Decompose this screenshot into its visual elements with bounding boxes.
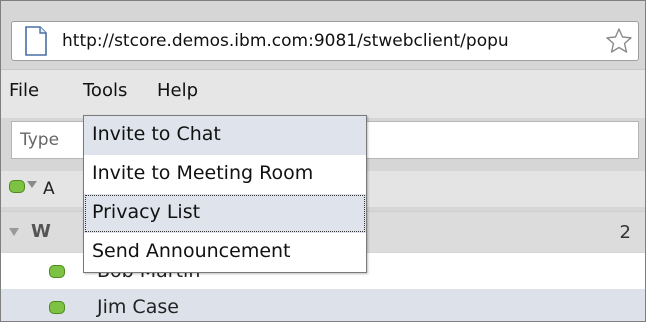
menu-item-invite-to-chat[interactable]: Invite to Chat: [84, 116, 366, 155]
menu-help[interactable]: Help: [157, 80, 198, 101]
contact-item[interactable]: Jim Case: [1, 289, 645, 321]
browser-window: http://stcore.demos.ibm.com:9081/stwebcl…: [0, 0, 646, 322]
status-text: A: [43, 179, 55, 199]
group-count: 2: [619, 222, 631, 243]
contact-name: Jim Case: [97, 296, 179, 318]
available-status-icon: [49, 265, 65, 278]
menu-tools[interactable]: Tools: [83, 80, 127, 101]
menu-file[interactable]: File: [9, 80, 39, 101]
menu-bar: File Tools Help: [1, 69, 645, 118]
search-placeholder: Type: [20, 130, 60, 150]
menu-item-invite-to-meeting-room[interactable]: Invite to Meeting Room: [84, 155, 366, 194]
page-icon: [25, 26, 47, 56]
bookmark-star-icon[interactable]: [604, 26, 634, 56]
chevron-down-icon[interactable]: [27, 181, 37, 188]
available-status-icon: [49, 301, 65, 314]
available-status-icon: [9, 180, 25, 193]
tools-dropdown-menu: Invite to Chat Invite to Meeting Room Pr…: [83, 115, 367, 273]
url-text[interactable]: http://stcore.demos.ibm.com:9081/stwebcl…: [62, 31, 604, 51]
menu-item-send-announcement[interactable]: Send Announcement: [84, 233, 366, 272]
group-name: W: [31, 221, 51, 242]
menu-item-privacy-list[interactable]: Privacy List: [84, 194, 366, 233]
collapse-arrow-icon[interactable]: [9, 228, 19, 236]
address-bar[interactable]: http://stcore.demos.ibm.com:9081/stwebcl…: [11, 21, 639, 61]
